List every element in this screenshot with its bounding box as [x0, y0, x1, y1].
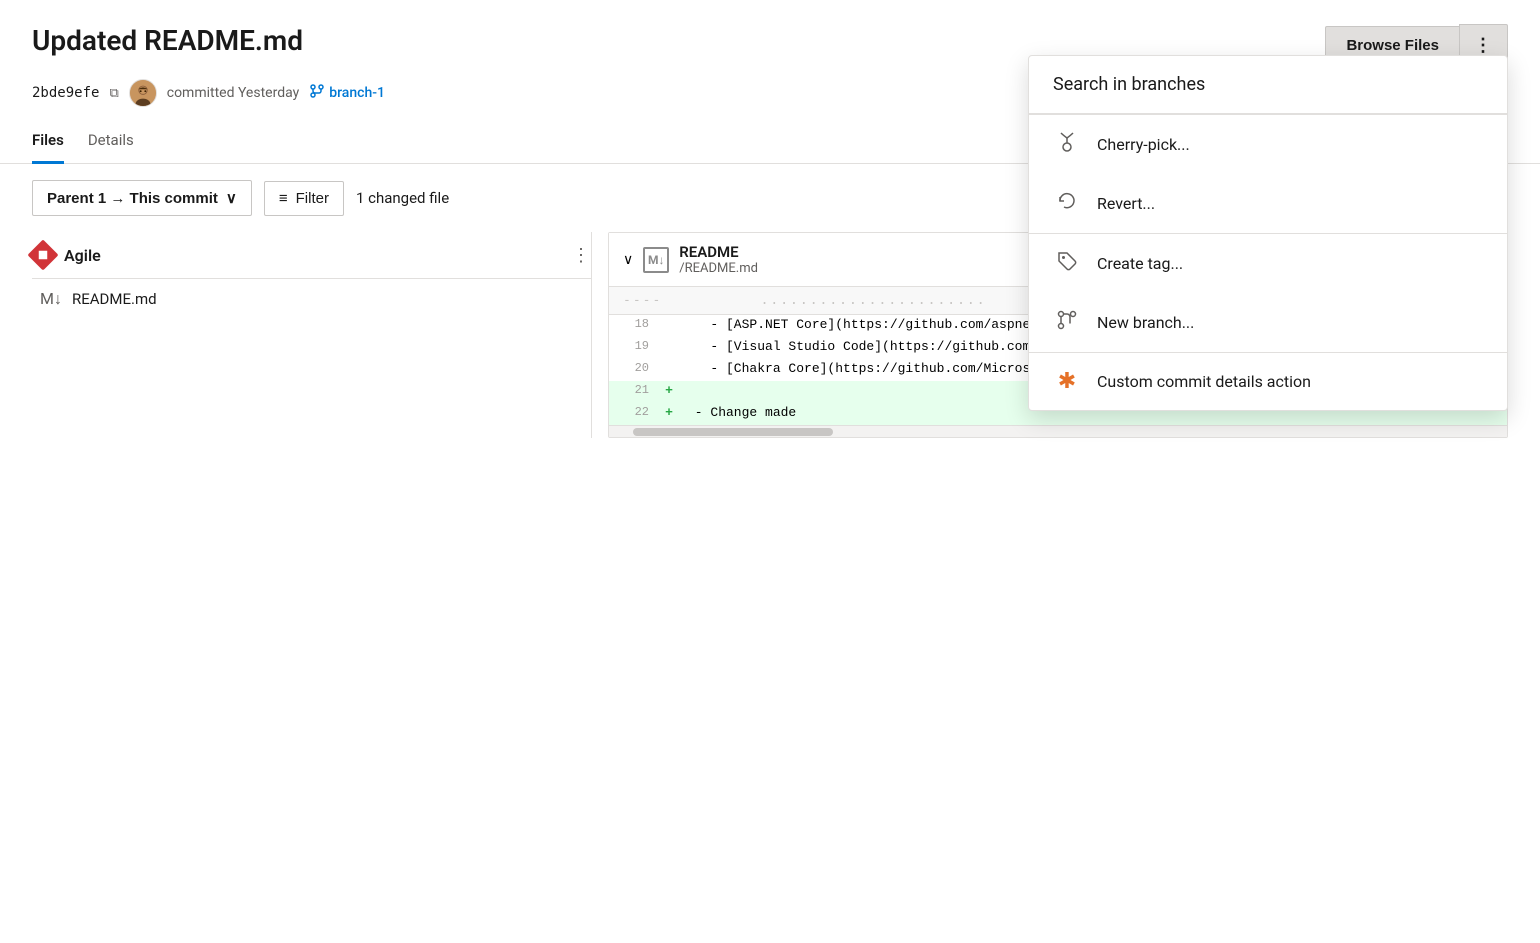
- separator-dashes: ---- .......................: [623, 293, 987, 308]
- new-branch-icon: [1053, 309, 1081, 336]
- diff-file-info: README /README.md: [679, 243, 758, 276]
- line-number: 19: [609, 337, 659, 353]
- commit-hash: 2bde9efe: [32, 85, 99, 101]
- line-marker: +: [659, 381, 679, 398]
- line-number: 20: [609, 359, 659, 375]
- group-name: Agile: [64, 246, 562, 265]
- line-marker: [659, 315, 679, 317]
- filter-button[interactable]: ≡ Filter: [264, 181, 344, 216]
- revert-label: Revert...: [1097, 194, 1155, 213]
- line-marker: [659, 337, 679, 339]
- branch-icon: [309, 83, 325, 103]
- copy-hash-icon[interactable]: ⧉: [109, 86, 118, 101]
- filter-label: Filter: [296, 190, 329, 207]
- diff-scrollbar[interactable]: [609, 425, 1507, 437]
- dropdown-search-label[interactable]: Search in branches: [1029, 56, 1507, 114]
- tag-icon: [1053, 250, 1081, 277]
- line-marker: [659, 359, 679, 361]
- file-name: README.md: [72, 290, 157, 308]
- line-marker: +: [659, 403, 679, 420]
- branch-link[interactable]: branch-1: [309, 83, 385, 103]
- cherry-pick-icon: [1053, 131, 1081, 158]
- scrollbar-thumb: [633, 428, 833, 436]
- dropdown-menu: Search in branches Cherry-pick... R: [1028, 55, 1508, 411]
- diff-file-name: README: [679, 243, 758, 261]
- star-icon: ✱: [1053, 369, 1081, 394]
- custom-action-label: Custom commit details action: [1097, 372, 1311, 391]
- agile-icon: [27, 239, 58, 270]
- file-group-header: Agile ⋮: [32, 232, 591, 279]
- line-number: 22: [609, 403, 659, 419]
- parent-commit-label: Parent 1 → This commit: [47, 190, 218, 207]
- diff-collapse-icon[interactable]: ∨: [623, 252, 633, 268]
- cherry-pick-item[interactable]: Cherry-pick...: [1029, 115, 1507, 174]
- markdown-file-icon: M↓: [40, 289, 62, 309]
- line-number: 18: [609, 315, 659, 331]
- custom-action-item[interactable]: ✱ Custom commit details action: [1029, 353, 1507, 410]
- tab-files[interactable]: Files: [32, 131, 64, 164]
- branch-name: branch-1: [329, 85, 385, 101]
- file-group: Agile ⋮ M↓ README.md: [32, 232, 591, 319]
- new-branch-label: New branch...: [1097, 313, 1194, 332]
- parent-commit-button[interactable]: Parent 1 → This commit ∨: [32, 180, 252, 216]
- cherry-pick-label: Cherry-pick...: [1097, 135, 1190, 154]
- diff-file-path: /README.md: [679, 261, 758, 276]
- revert-icon: [1053, 190, 1081, 217]
- filter-icon: ≡: [279, 190, 288, 207]
- tab-details[interactable]: Details: [88, 131, 134, 164]
- commit-title: Updated README.md: [32, 24, 303, 57]
- list-item[interactable]: M↓ README.md: [32, 279, 591, 319]
- file-tree-panel: Agile ⋮ M↓ README.md: [32, 232, 592, 438]
- avatar: [129, 79, 157, 107]
- committed-text: committed Yesterday: [167, 85, 300, 101]
- chevron-down-icon: ∨: [226, 189, 237, 207]
- new-branch-item[interactable]: New branch...: [1029, 293, 1507, 352]
- markdown-icon: M↓: [643, 247, 669, 273]
- line-number: 21: [609, 381, 659, 397]
- revert-item[interactable]: Revert...: [1029, 174, 1507, 233]
- changed-files-count: 1 changed file: [356, 189, 449, 207]
- group-more-icon[interactable]: ⋮: [572, 245, 591, 266]
- create-tag-item[interactable]: Create tag...: [1029, 234, 1507, 293]
- create-tag-label: Create tag...: [1097, 254, 1183, 273]
